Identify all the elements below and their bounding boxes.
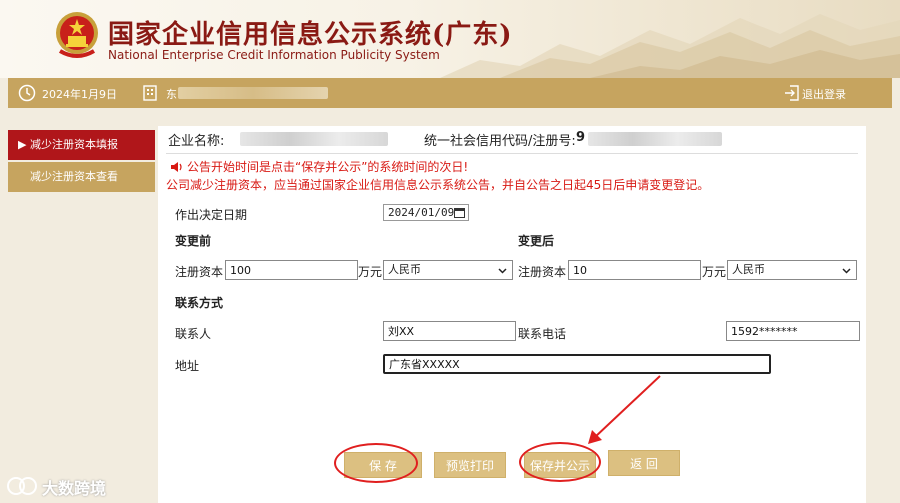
sidebar-item-reduce-capital-fill[interactable]: ▶ 减少注册资本填报 [8, 130, 155, 160]
address-input[interactable] [383, 354, 771, 374]
sidebar-nav: ▶ 减少注册资本填报 减少注册资本查看 [8, 130, 155, 194]
sidebar-item-reduce-capital-view[interactable]: 减少注册资本查看 [8, 162, 155, 192]
watermark-logo-icon [7, 477, 37, 495]
after-change-heading: 变更后 [518, 234, 555, 248]
redacted-user-name [178, 87, 328, 99]
national-emblem-icon [56, 12, 98, 58]
before-change-heading: 变更前 [175, 234, 212, 248]
calendar-icon[interactable] [454, 207, 465, 218]
logout-label: 退出登录 [802, 88, 846, 101]
speaker-icon [171, 162, 182, 172]
notice-publish-time: 公告开始时间是点击“保存并公示”的系统时间的次日! [170, 158, 468, 175]
redacted-company-name [240, 132, 388, 146]
phone-input[interactable] [726, 321, 860, 341]
clock-icon [18, 84, 36, 102]
currency-after-value: 人民币 [732, 263, 765, 276]
company-name-label: 企业名称: [168, 134, 225, 149]
redacted-credit-code [588, 132, 722, 146]
notice-line-1: 公告开始时间是点击“保存并公示”的系统时间的次日! [187, 160, 469, 174]
building-icon [143, 85, 157, 101]
top-status-bar: 2024年1月9日 东 退出登录 [8, 78, 892, 108]
user-name: 东 [166, 88, 177, 101]
site-header: 国家企业信用信息公示系统(广东) National Enterprise Cre… [0, 0, 900, 78]
unit-after-label: 万元 [702, 265, 727, 279]
capital-after-label: 注册资本 [518, 265, 567, 279]
chevron-down-icon [842, 268, 851, 274]
notice-line-2: 公司减少注册资本，应当通过国家企业信用信息公示系统公告，并自公告之日起45日后申… [166, 178, 710, 192]
contact-person-input[interactable] [383, 321, 516, 341]
decision-date-input[interactable]: 2024/01/09 [383, 204, 469, 221]
back-button[interactable]: 返 回 [608, 450, 680, 476]
contact-heading: 联系方式 [175, 296, 224, 310]
logout-icon [785, 85, 799, 101]
site-title: 国家企业信用信息公示系统(广东) [108, 20, 513, 50]
capital-before-label: 注册资本 [175, 265, 224, 279]
capital-after-input[interactable] [568, 260, 701, 280]
address-label: 地址 [175, 359, 200, 373]
decision-date-value: 2024/01/09 [388, 206, 455, 219]
save-button[interactable]: 保 存 [344, 452, 422, 478]
unit-before-label: 万元 [358, 265, 383, 279]
currency-before-value: 人民币 [388, 263, 421, 276]
decision-date-label: 作出决定日期 [175, 208, 248, 222]
contact-person-label: 联系人 [175, 327, 212, 341]
current-date: 2024年1月9日 [42, 88, 117, 101]
credit-code-label: 统一社会信用代码/注册号: [424, 134, 576, 149]
credit-code-prefix: 9 [576, 130, 586, 145]
chevron-down-icon [498, 268, 507, 274]
divider [166, 153, 858, 154]
main-form-panel: 企业名称: 统一社会信用代码/注册号: 9 公告开始时间是点击“保存并公示”的系… [158, 126, 866, 503]
preview-print-button[interactable]: 预览打印 [434, 452, 506, 478]
site-title-english: National Enterprise Credit Information P… [108, 48, 440, 62]
currency-before-select[interactable]: 人民币 [383, 260, 513, 280]
capital-before-input[interactable] [225, 260, 358, 280]
save-and-publish-button[interactable]: 保存并公示 [524, 452, 596, 478]
watermark-text: 大数跨境 [42, 479, 107, 498]
phone-label: 联系电话 [518, 327, 567, 341]
currency-after-select[interactable]: 人民币 [727, 260, 857, 280]
